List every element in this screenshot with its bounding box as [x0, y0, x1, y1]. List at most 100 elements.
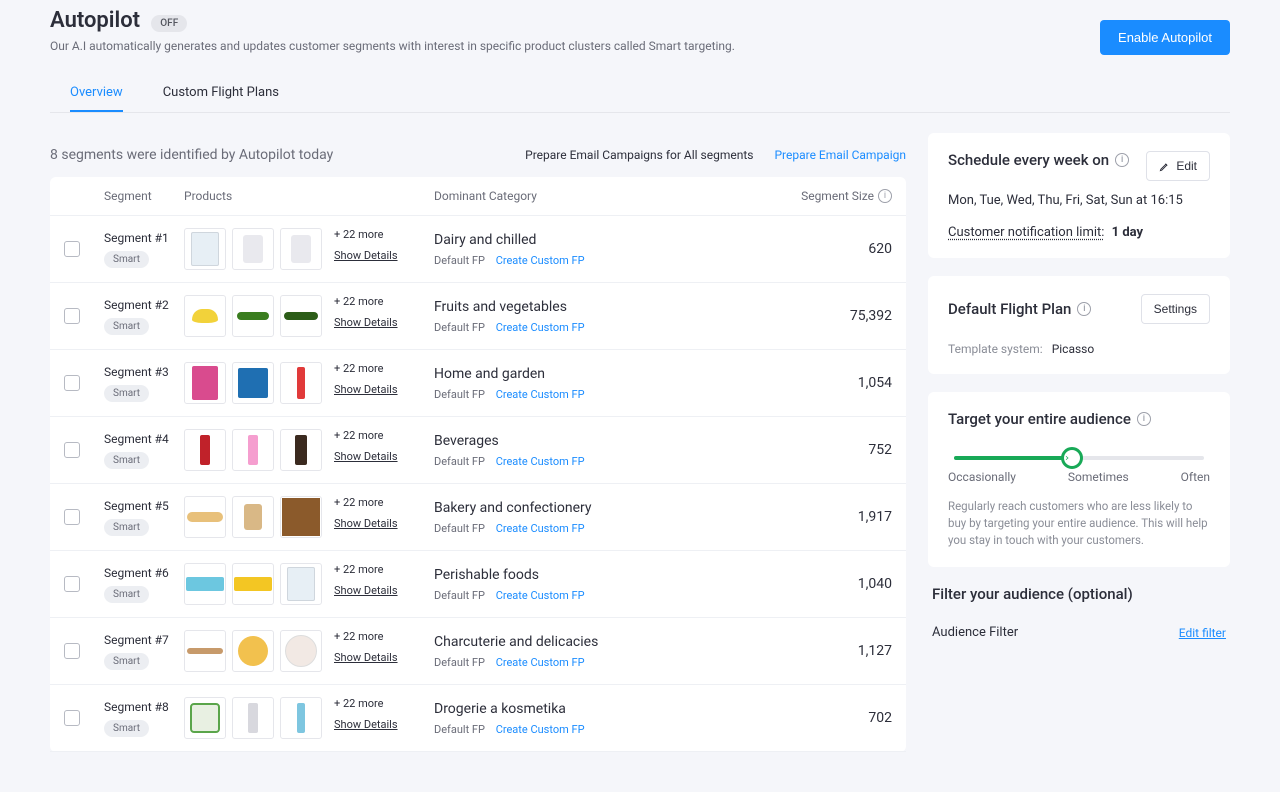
product-thumbnails: + 22 more Show Details	[184, 563, 434, 605]
product-thumb[interactable]	[232, 228, 274, 270]
show-details-link[interactable]: Show Details	[334, 316, 398, 329]
table-row: Segment #1 Smart + 22 more Show Details …	[50, 216, 906, 283]
smart-badge: Smart	[104, 720, 149, 737]
default-flight-plan-card: Default Flight Plan i Settings Template …	[928, 276, 1230, 374]
product-thumb[interactable]	[280, 295, 322, 337]
prepare-all-label: Prepare Email Campaigns for All segments	[525, 148, 753, 162]
edit-filter-link[interactable]: Edit filter	[1179, 626, 1226, 640]
pencil-icon	[1159, 161, 1170, 172]
segment-size: 1,040	[858, 576, 892, 592]
product-thumbnails: + 22 more Show Details	[184, 362, 434, 404]
product-thumb[interactable]	[184, 228, 226, 270]
product-thumb[interactable]	[280, 228, 322, 270]
product-thumb[interactable]	[232, 630, 274, 672]
create-custom-fp-link[interactable]: Create Custom FP	[496, 522, 585, 535]
category-name: Bakery and confectionery	[434, 500, 792, 516]
row-checkbox[interactable]	[64, 241, 80, 257]
category-name: Beverages	[434, 433, 792, 449]
default-fp-label: Default FP	[434, 388, 485, 401]
row-checkbox[interactable]	[64, 643, 80, 659]
enable-autopilot-button[interactable]: Enable Autopilot	[1100, 20, 1230, 55]
product-thumbnails: + 22 more Show Details	[184, 630, 434, 672]
smart-badge: Smart	[104, 318, 149, 335]
product-thumb[interactable]	[280, 563, 322, 605]
product-thumb[interactable]	[232, 362, 274, 404]
segments-summary: 8 segments were identified by Autopilot …	[50, 147, 333, 163]
segment-size: 702	[868, 710, 892, 726]
create-custom-fp-link[interactable]: Create Custom FP	[496, 656, 585, 669]
table-row: Segment #3 Smart + 22 more Show Details …	[50, 350, 906, 417]
show-details-link[interactable]: Show Details	[334, 584, 398, 597]
product-thumb[interactable]	[280, 630, 322, 672]
product-thumb[interactable]	[280, 496, 322, 538]
filter-title: Filter your audience (optional)	[932, 585, 1226, 603]
row-checkbox[interactable]	[64, 375, 80, 391]
product-thumb[interactable]	[280, 429, 322, 471]
row-checkbox[interactable]	[64, 710, 80, 726]
schedule-edit-button[interactable]: Edit	[1146, 151, 1210, 181]
segment-size: 752	[868, 442, 892, 458]
frequency-slider[interactable]	[954, 456, 1204, 460]
create-custom-fp-link[interactable]: Create Custom FP	[496, 254, 585, 267]
product-thumb[interactable]	[232, 563, 274, 605]
more-products-label: + 22 more	[334, 362, 398, 375]
segment-size: 1,917	[858, 509, 892, 525]
create-custom-fp-link[interactable]: Create Custom FP	[496, 589, 585, 602]
default-fp-label: Default FP	[434, 723, 485, 736]
segment-size: 1,054	[858, 375, 892, 391]
more-products-label: + 22 more	[334, 630, 398, 643]
autopilot-status-badge: OFF	[151, 15, 187, 32]
row-checkbox[interactable]	[64, 509, 80, 525]
create-custom-fp-link[interactable]: Create Custom FP	[496, 723, 585, 736]
product-thumb[interactable]	[232, 697, 274, 739]
product-thumb[interactable]	[184, 429, 226, 471]
product-thumb[interactable]	[184, 697, 226, 739]
tab-overview[interactable]: Overview	[70, 75, 123, 112]
prepare-email-campaign-link[interactable]: Prepare Email Campaign	[774, 148, 906, 162]
category-name: Drogerie a kosmetika	[434, 701, 792, 717]
more-products-label: + 22 more	[334, 228, 398, 241]
show-details-link[interactable]: Show Details	[334, 450, 398, 463]
tab-custom-flight-plans[interactable]: Custom Flight Plans	[163, 75, 279, 112]
segment-size: 75,392	[850, 308, 892, 324]
create-custom-fp-link[interactable]: Create Custom FP	[496, 321, 585, 334]
create-custom-fp-link[interactable]: Create Custom FP	[496, 455, 585, 468]
product-thumb[interactable]	[232, 496, 274, 538]
product-thumb[interactable]	[184, 630, 226, 672]
row-checkbox[interactable]	[64, 308, 80, 324]
default-fp-label: Default FP	[434, 656, 485, 669]
schedule-title: Schedule every week on i	[948, 151, 1129, 169]
segment-name: Segment #2	[104, 298, 184, 312]
product-thumbnails: + 22 more Show Details	[184, 295, 434, 337]
segment-name: Segment #1	[104, 231, 184, 245]
product-thumb[interactable]	[232, 429, 274, 471]
info-icon[interactable]: i	[1077, 302, 1091, 316]
segment-name: Segment #8	[104, 700, 184, 714]
product-thumb[interactable]	[184, 295, 226, 337]
schedule-card: Schedule every week on i Edit Mon, Tue, …	[928, 133, 1230, 258]
default-fp-label: Default FP	[434, 589, 485, 602]
row-checkbox[interactable]	[64, 442, 80, 458]
more-products-label: + 22 more	[334, 563, 398, 576]
show-details-link[interactable]: Show Details	[334, 517, 398, 530]
slider-handle[interactable]	[1061, 447, 1083, 469]
info-icon[interactable]: i	[1137, 412, 1151, 426]
product-thumbnails: + 22 more Show Details	[184, 228, 434, 270]
product-thumb[interactable]	[232, 295, 274, 337]
show-details-link[interactable]: Show Details	[334, 249, 398, 262]
product-thumb[interactable]	[280, 362, 322, 404]
target-title: Target your entire audience i	[948, 410, 1210, 428]
product-thumb[interactable]	[184, 496, 226, 538]
product-thumb[interactable]	[184, 563, 226, 605]
segment-name: Segment #3	[104, 365, 184, 379]
info-icon[interactable]: i	[1115, 153, 1129, 167]
notification-limit: Customer notification limit: 1 day	[948, 225, 1210, 240]
info-icon[interactable]: i	[878, 189, 892, 203]
create-custom-fp-link[interactable]: Create Custom FP	[496, 388, 585, 401]
dfp-settings-button[interactable]: Settings	[1141, 294, 1210, 324]
show-details-link[interactable]: Show Details	[334, 651, 398, 664]
show-details-link[interactable]: Show Details	[334, 383, 398, 396]
product-thumb[interactable]	[280, 697, 322, 739]
product-thumb[interactable]	[184, 362, 226, 404]
row-checkbox[interactable]	[64, 576, 80, 592]
